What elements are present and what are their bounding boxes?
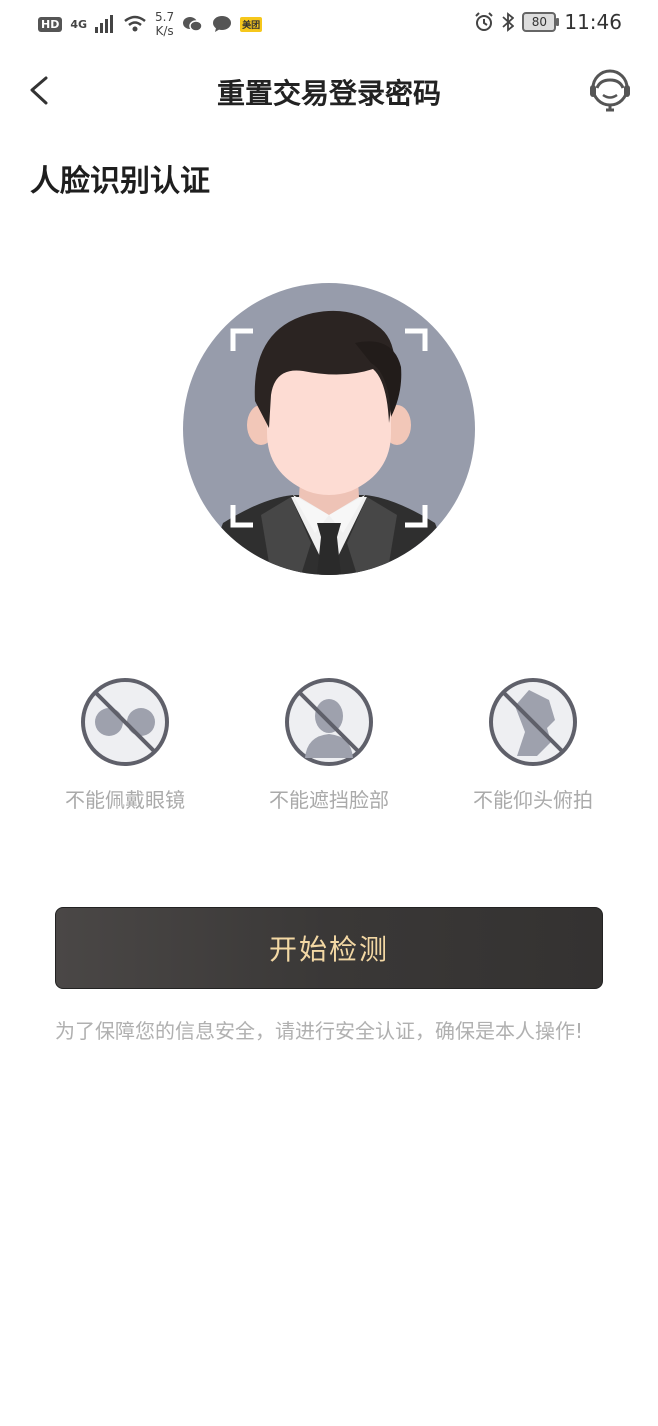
clock: 11:46 [564, 10, 622, 34]
network-speed: 5.7 K/s [155, 10, 175, 38]
wechat-icon [183, 17, 203, 32]
nav-bar: 重置交易登录密码 [0, 58, 658, 124]
status-bar: HD 4G 5.7 K/s 美团 80 11:46 [0, 0, 658, 50]
wifi-icon [124, 15, 146, 32]
network-type: 4G [70, 17, 88, 31]
security-notice: 为了保障您的信息安全，请进行安全认证，确保是本人操作! [55, 1019, 584, 1043]
message-icon [213, 16, 232, 32]
no-face-cover-icon [285, 678, 373, 766]
battery-indicator: 80 [522, 12, 560, 32]
tip-label: 不能佩戴眼镜 [65, 788, 185, 812]
bluetooth-icon [502, 12, 515, 32]
tip-label: 不能遮挡脸部 [269, 788, 389, 812]
tip-label: 不能仰头俯拍 [473, 788, 593, 812]
tip-no-glasses: 不能佩戴眼镜 [25, 676, 225, 813]
tip-no-tilt-head: 不能仰头俯拍 [433, 676, 633, 813]
no-glasses-icon [81, 678, 169, 766]
meituan-badge: 美团 [240, 16, 263, 32]
start-detection-button[interactable]: 开始检测 [55, 907, 603, 989]
no-tilt-head-icon [489, 678, 577, 766]
hd-badge: HD [38, 16, 63, 32]
tip-no-face-cover: 不能遮挡脸部 [229, 676, 429, 813]
face-avatar-illustration [183, 283, 475, 575]
headset-icon [590, 69, 630, 112]
signal-icon [95, 15, 114, 33]
section-title: 人脸识别认证 [30, 164, 210, 199]
alarm-icon [475, 12, 494, 31]
customer-service-button[interactable] [586, 66, 634, 114]
page-title: 重置交易登录密码 [216, 77, 441, 110]
